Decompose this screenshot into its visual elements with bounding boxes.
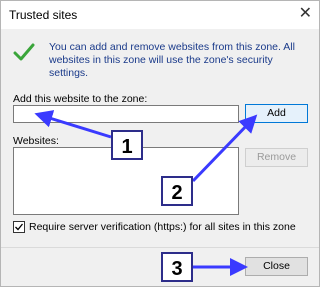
zone-info-text: You can add and remove websites from thi… — [49, 41, 295, 79]
window-close-button[interactable]: ✕ — [299, 5, 312, 23]
require-verification-checkbox[interactable] — [13, 221, 25, 233]
callout-1: 1 — [111, 130, 143, 160]
window-title: Trusted sites — [9, 8, 78, 22]
callout-2: 2 — [161, 176, 193, 206]
add-button[interactable]: Add — [245, 104, 308, 123]
require-verification-label: Require server verification (https:) for… — [29, 221, 296, 233]
checkmark-icon — [13, 43, 35, 61]
websites-label: Websites: — [13, 135, 59, 147]
checkbox-check-icon — [15, 223, 24, 231]
close-button[interactable]: Close — [245, 257, 308, 276]
footer-separator — [1, 247, 319, 248]
require-verification-row[interactable]: Require server verification (https:) for… — [13, 221, 296, 233]
title-bar: Trusted sites ✕ — [1, 1, 319, 29]
trusted-sites-dialog: Trusted sites ✕ You can add and remove w… — [0, 0, 320, 287]
callout-3: 3 — [161, 252, 193, 282]
add-website-input[interactable] — [13, 105, 239, 123]
add-website-label: Add this website to the zone: — [13, 93, 148, 105]
remove-button: Remove — [245, 148, 308, 167]
